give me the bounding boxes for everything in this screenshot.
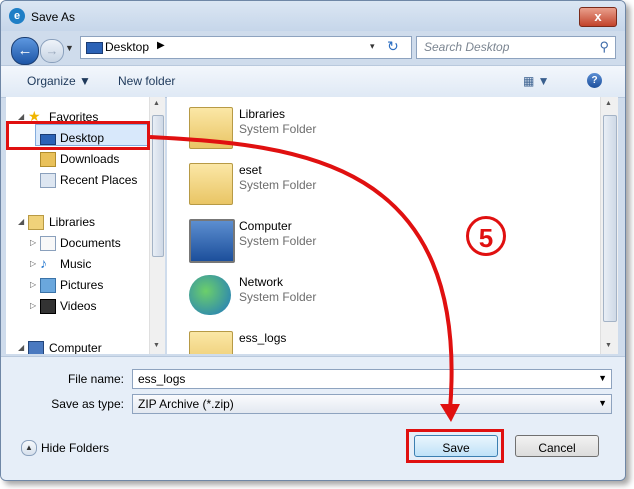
step-callout: 5 [466,216,506,256]
annotation-arrow [149,135,460,422]
arrow-head [440,404,460,422]
arrow-path [149,135,454,411]
